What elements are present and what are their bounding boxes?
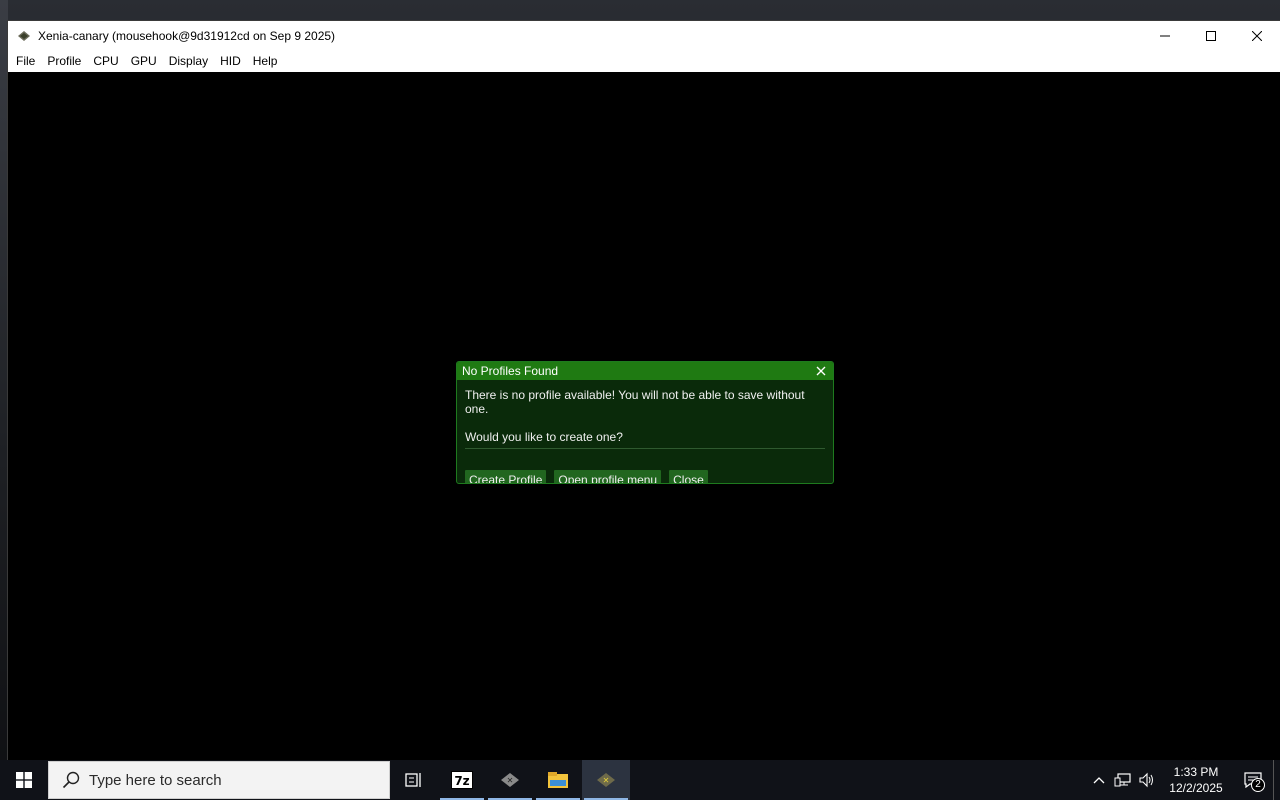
svg-text:✕: ✕ — [507, 776, 514, 785]
xenia-icon: ✕ — [501, 773, 519, 787]
menu-help[interactable]: Help — [247, 51, 284, 72]
menu-hid[interactable]: HID — [214, 51, 247, 72]
volume-button[interactable] — [1135, 760, 1159, 800]
action-center-button[interactable]: 2 — [1233, 760, 1273, 800]
taskbar-search[interactable]: Type here to search — [48, 761, 390, 799]
maximize-button[interactable] — [1188, 21, 1234, 51]
xenia-diamond-icon — [16, 28, 32, 44]
menu-gpu[interactable]: GPU — [125, 51, 163, 72]
taskbar-file-explorer[interactable] — [534, 760, 582, 800]
menu-cpu[interactable]: CPU — [87, 51, 124, 72]
clock[interactable]: 1:33 PM 12/2/2025 — [1159, 764, 1233, 796]
close-icon — [1252, 31, 1262, 41]
system-tray: 1:33 PM 12/2/2025 2 — [1087, 760, 1280, 800]
title-bar[interactable]: Xenia-canary (mousehook@9d31912cd on Sep… — [8, 21, 1280, 51]
no-profiles-dialog: No Profiles Found There is no profile av… — [456, 361, 834, 484]
dialog-title: No Profiles Found — [462, 364, 559, 378]
chevron-up-icon — [1093, 777, 1105, 784]
taskbar-xenia[interactable]: ✕ — [486, 760, 534, 800]
dialog-message: There is no profile available! You will … — [465, 388, 805, 416]
windows-logo-icon — [16, 772, 32, 788]
taskbar-xenia-canary[interactable]: ✕ — [582, 760, 630, 800]
svg-text:✕: ✕ — [603, 776, 610, 785]
dialog-close-icon[interactable] — [815, 365, 827, 377]
menu-file[interactable]: File — [10, 51, 41, 72]
window-title: Xenia-canary (mousehook@9d31912cd on Sep… — [38, 29, 336, 43]
show-desktop-button[interactable] — [1273, 760, 1280, 800]
minimize-button[interactable] — [1142, 21, 1188, 51]
7zip-icon: 7z — [451, 771, 473, 789]
xenia-window: Xenia-canary (mousehook@9d31912cd on Sep… — [8, 21, 1280, 760]
taskbar-7zip[interactable]: 7z — [438, 760, 486, 800]
show-hidden-icons-button[interactable] — [1087, 760, 1111, 800]
start-button[interactable] — [0, 760, 48, 800]
maximize-icon — [1206, 31, 1216, 41]
task-view-icon — [405, 773, 421, 787]
network-icon — [1114, 773, 1131, 787]
speaker-icon — [1139, 772, 1153, 788]
minimize-icon — [1160, 35, 1170, 37]
render-viewport[interactable]: No Profiles Found There is no profile av… — [8, 72, 1280, 760]
network-button[interactable] — [1111, 760, 1135, 800]
file-explorer-icon — [548, 772, 568, 788]
close-button[interactable] — [1234, 21, 1280, 51]
dialog-header[interactable]: No Profiles Found — [457, 362, 833, 380]
menu-bar: File Profile CPU GPU Display HID Help — [8, 51, 1280, 72]
dialog-question: Would you like to create one? — [465, 430, 623, 444]
svg-text:7z: 7z — [454, 774, 469, 788]
search-icon — [62, 771, 80, 789]
taskbar: Type here to search 7z ✕ ✕ 1:33 PM 12/2/… — [0, 760, 1280, 800]
task-view-button[interactable] — [390, 760, 438, 800]
open-profile-menu-button[interactable]: Open profile menu — [554, 470, 662, 483]
close-dialog-button[interactable]: Close — [669, 470, 708, 483]
desktop-background — [0, 0, 8, 760]
menu-profile[interactable]: Profile — [41, 51, 87, 72]
notification-count-badge: 2 — [1251, 778, 1265, 792]
xenia-canary-icon: ✕ — [597, 773, 615, 787]
clock-date: 12/2/2025 — [1169, 781, 1223, 795]
dialog-separator — [465, 448, 825, 449]
create-profile-button[interactable]: Create Profile — [465, 470, 547, 483]
search-placeholder: Type here to search — [89, 771, 222, 789]
clock-time: 1:33 PM — [1173, 765, 1219, 779]
menu-display[interactable]: Display — [163, 51, 214, 72]
